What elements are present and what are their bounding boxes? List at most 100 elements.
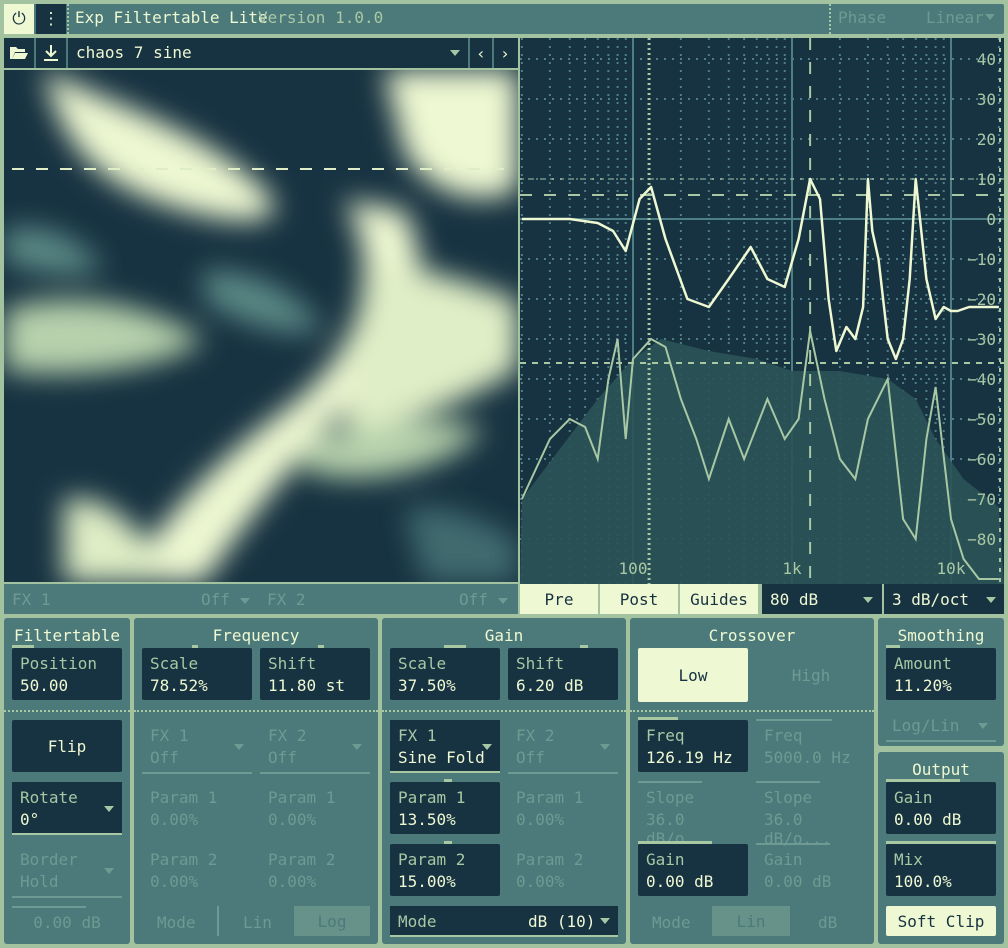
frequency-fx2-param2-knob[interactable]: Param 2 0.00% <box>260 844 370 896</box>
frequency-scale-knob[interactable]: Scale 78.52% <box>142 645 252 700</box>
prev-preset-button[interactable]: ‹ <box>470 38 492 68</box>
value-indicator <box>580 645 588 648</box>
dropdown-label: Border <box>20 850 78 869</box>
crossover-high-gain-knob[interactable]: Gain 0.00 dB <box>756 844 866 896</box>
gain-scale-knob[interactable]: Scale 37.50% <box>390 645 500 700</box>
x-tick-label: 1k <box>782 559 802 578</box>
divider <box>12 896 122 898</box>
next-preset-button[interactable]: › <box>494 38 516 68</box>
dropdown-value: Sine Fold <box>398 748 485 767</box>
x-tick-label: 10k <box>937 559 966 578</box>
knob-value: 0.00% <box>150 872 199 891</box>
post-toggle[interactable]: Post <box>600 584 678 614</box>
knob-value: 15.00% <box>398 872 456 891</box>
value-indicator <box>192 645 198 648</box>
frequency-fx2-param1-knob[interactable]: Param 1 0.00% <box>260 782 370 834</box>
mode-db-option[interactable]: dB <box>818 913 837 932</box>
frequency-shift-knob[interactable]: Shift 11.80 st <box>260 645 370 700</box>
knob-label: Param 2 <box>516 850 584 869</box>
crossover-high-slope-knob[interactable]: Slope 36.0 dB/o... <box>756 782 866 848</box>
fx1-dropdown[interactable]: Off <box>201 590 230 609</box>
knob-label: Position <box>20 654 98 673</box>
divider <box>67 4 69 34</box>
filtertable-texture <box>4 70 518 582</box>
knob-label: Param 1 <box>516 788 584 807</box>
crossover-high-freq-knob[interactable]: Freq 5000.0 Hz <box>756 720 866 772</box>
gain-fx1-dropdown[interactable]: FX 1 Sine Fold <box>390 720 500 772</box>
flip-button[interactable]: Flip <box>12 720 122 772</box>
save-preset-button[interactable] <box>36 38 66 68</box>
mode-label: Mode <box>652 913 691 932</box>
gain-fx2-param2-knob[interactable]: Param 2 0.00% <box>508 844 618 896</box>
pre-toggle[interactable]: Pre <box>520 584 598 614</box>
phase-dropdown[interactable]: Linear <box>926 8 984 27</box>
app-title: Exp Filtertable Lite <box>75 8 268 27</box>
divider <box>217 906 219 936</box>
frequency-fx1-param1-knob[interactable]: Param 1 0.00% <box>142 782 252 834</box>
output-gain-knob[interactable]: Gain 0.00 dB <box>886 779 996 834</box>
spectrum-analyzer[interactable]: 40 30 20 10 0 −10 −20 −30 −40 −50 −60 −70 −80 100 1k 10… <box>520 38 1004 584</box>
crossover-low-slope-knob[interactable]: Slope 36.0 dB/o... <box>638 782 748 848</box>
knob-value: 126.19 Hz <box>646 748 733 767</box>
chevron-down-icon <box>104 868 114 874</box>
value-indicator <box>886 645 900 648</box>
dropdown-label: FX 2 <box>516 726 555 745</box>
gain-shift-knob[interactable]: Shift 6.20 dB <box>508 645 618 700</box>
knob-value: 11.20% <box>894 676 952 695</box>
gain-fx2-dropdown[interactable]: FX 2 Off <box>508 720 618 772</box>
mode-lin-option[interactable]: Lin <box>712 906 790 936</box>
knob-label: Amount <box>894 654 952 673</box>
chevron-right-icon: › <box>500 43 510 63</box>
y-tick-label: 30 <box>977 90 996 109</box>
gain-fx1-param2-knob[interactable]: Param 2 15.00% <box>390 841 500 896</box>
y-tick-label: 40 <box>977 50 996 69</box>
y-tick-label: 20 <box>977 130 996 149</box>
gain-fx1-param1-knob[interactable]: Param 1 13.50% <box>390 779 500 834</box>
menu-button[interactable]: ⋮ <box>36 4 66 34</box>
crossover-low-gain-knob[interactable]: Gain 0.00 dB <box>638 841 748 896</box>
loglin-dropdown[interactable]: Log/Lin <box>892 716 959 735</box>
output-mix-knob[interactable]: Mix 100.0% <box>886 841 996 896</box>
gain-slider-fill[interactable] <box>12 906 86 908</box>
divider <box>142 772 252 774</box>
dropdown-value: Off <box>150 748 179 767</box>
soft-clip-toggle[interactable]: Soft Clip <box>886 906 996 936</box>
crossover-high-tab[interactable]: High <box>756 666 866 685</box>
fx2-dropdown[interactable]: Off <box>459 590 488 609</box>
frequency-fx2-dropdown[interactable]: FX 2 Off <box>260 720 370 772</box>
knob-value: 0.00% <box>516 810 565 829</box>
smoothing-amount-knob[interactable]: Amount 11.20% <box>886 645 996 700</box>
position-knob[interactable]: Position 50.00 <box>12 645 122 700</box>
knob-label: Param 1 <box>268 788 336 807</box>
mode-label: Mode <box>157 913 196 932</box>
chevron-down-icon[interactable] <box>450 50 460 56</box>
crossover-low-freq-knob[interactable]: Freq 126.19 Hz <box>638 717 748 772</box>
guides-toggle[interactable]: Guides <box>680 584 758 614</box>
filtertable-display[interactable] <box>4 70 518 582</box>
divider <box>886 740 996 742</box>
mode-log-option[interactable]: Log <box>294 906 370 936</box>
divider <box>4 710 130 712</box>
border-dropdown[interactable]: Border Hold <box>12 844 122 896</box>
range-value: 80 dB <box>770 589 819 609</box>
phase-label: Phase <box>838 8 887 27</box>
rotate-dropdown[interactable]: Rotate 0° <box>12 782 122 834</box>
dropdown-label: Rotate <box>20 788 78 807</box>
knob-value: 0.00% <box>150 810 199 829</box>
vertical-dots-icon: ⋮ <box>42 9 60 29</box>
dropdown-label: Mode <box>398 912 437 931</box>
frequency-fx1-param2-knob[interactable]: Param 2 0.00% <box>142 844 252 896</box>
gain-mode-dropdown[interactable]: Mode dB (10) <box>390 906 618 936</box>
preset-name[interactable]: chaos 7 sine <box>76 43 192 62</box>
open-preset-button[interactable] <box>4 38 34 68</box>
version-label: Version 1.0.0 <box>258 8 384 27</box>
gain-fx2-param1-knob[interactable]: Param 1 0.00% <box>508 782 618 834</box>
crossover-low-tab[interactable]: Low <box>638 648 748 702</box>
power-button[interactable]: ⏻ <box>4 4 34 34</box>
border-gain-value[interactable]: 0.00 dB <box>12 913 122 932</box>
value-indicator <box>886 841 996 844</box>
panel-title: Filtertable <box>14 626 120 645</box>
mode-lin-option[interactable]: Lin <box>243 913 272 932</box>
frequency-fx1-dropdown[interactable]: FX 1 Off <box>142 720 252 772</box>
panel-title: Crossover <box>708 626 796 645</box>
